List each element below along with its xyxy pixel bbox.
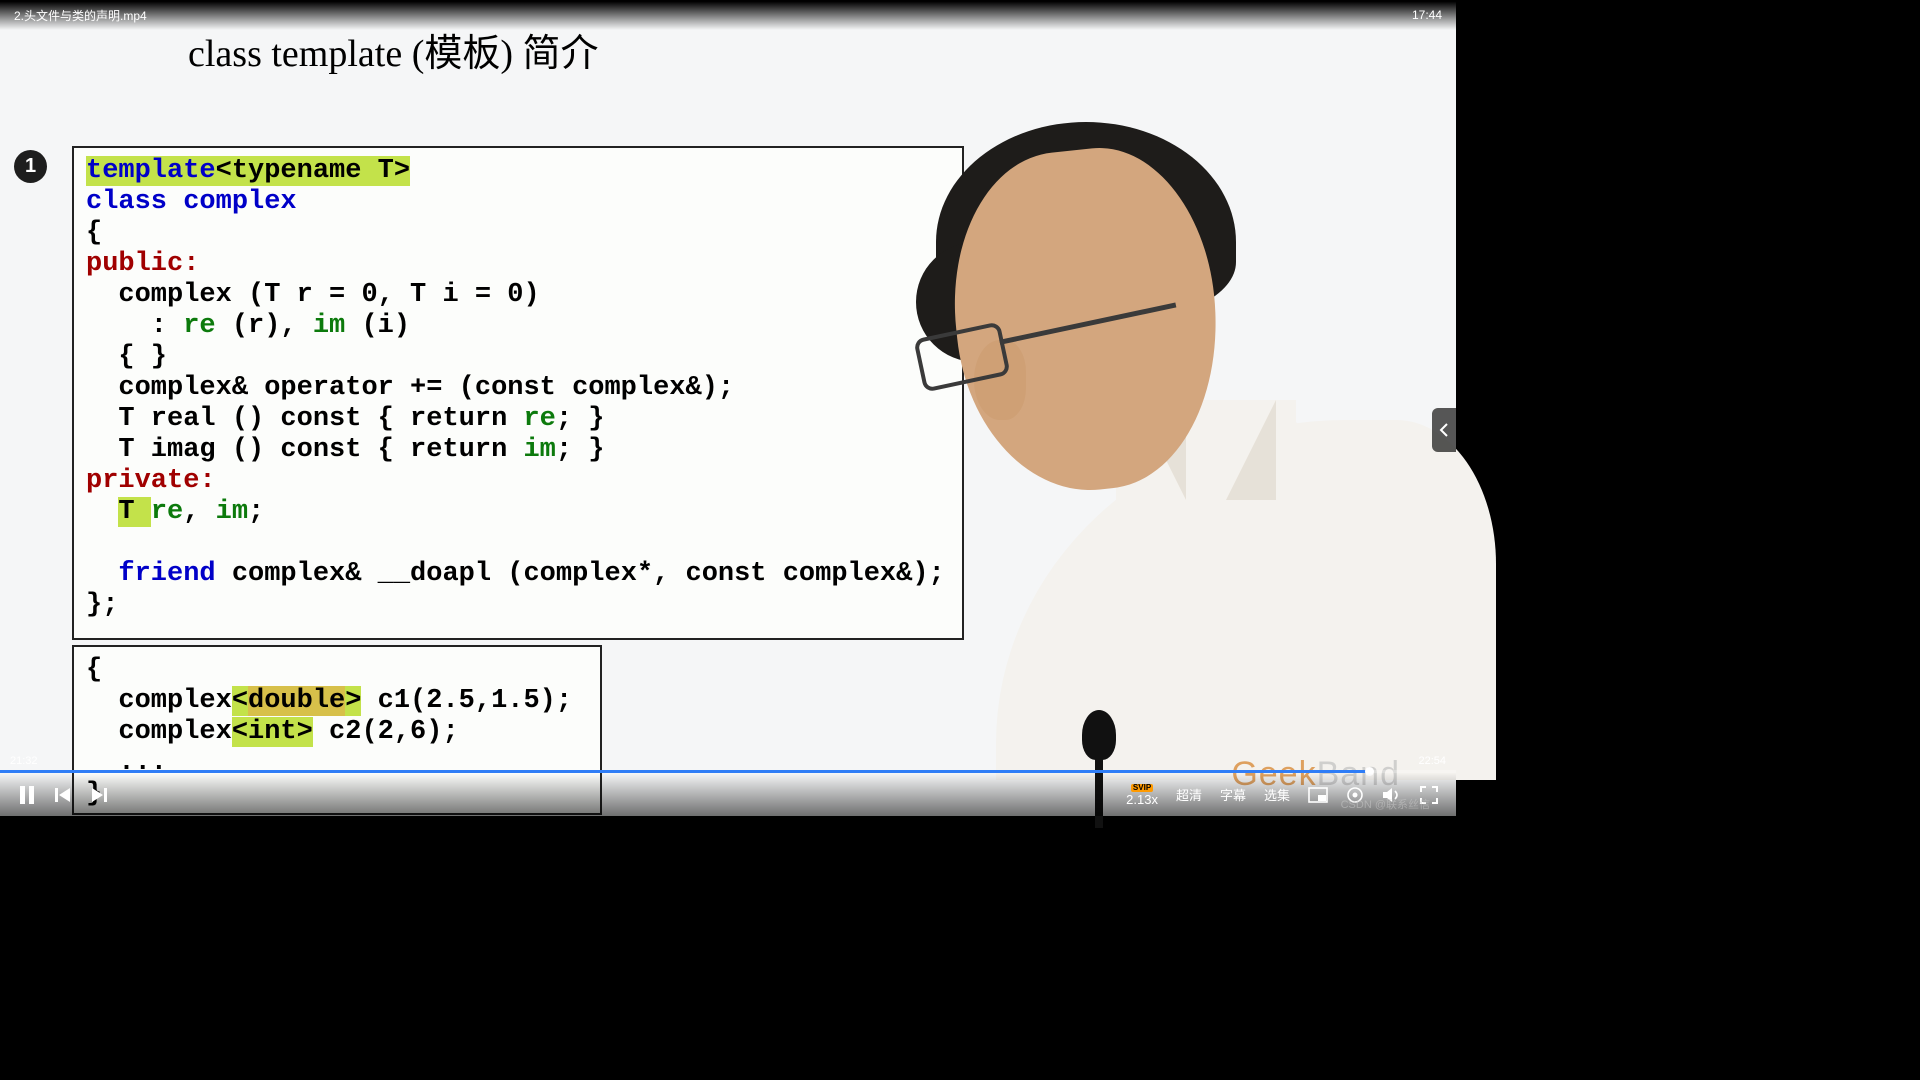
- prev-icon: [54, 787, 72, 803]
- pip-button[interactable]: [1308, 787, 1328, 803]
- speed-badge: SVIP: [1131, 784, 1153, 792]
- elapsed-time: 21:32: [10, 755, 38, 767]
- pip-icon: [1308, 787, 1328, 803]
- slide-title-cn: (模板) 简介: [412, 33, 599, 75]
- lecturer-figure: [936, 70, 1496, 780]
- chevron-left-icon: [1439, 423, 1449, 437]
- playback-speed-menu[interactable]: SVIP 2.13x: [1126, 784, 1158, 806]
- prev-button[interactable]: [54, 787, 72, 803]
- next-button[interactable]: [90, 787, 108, 803]
- pause-button[interactable]: [18, 785, 36, 805]
- slide-title: class template (模板) 简介: [188, 22, 599, 77]
- side-drawer-toggle[interactable]: [1432, 408, 1456, 452]
- next-icon: [90, 787, 108, 803]
- slide-marker: 1: [14, 150, 47, 183]
- quality-menu[interactable]: 超清: [1176, 785, 1202, 804]
- slide-title-en: class template: [188, 33, 412, 75]
- pause-icon: [18, 785, 36, 805]
- video-controls: SVIP 2.13x 超清 字幕 选集: [0, 773, 1456, 816]
- speed-value: 2.13x: [1126, 793, 1158, 806]
- subtitle-menu[interactable]: 字幕: [1220, 785, 1246, 804]
- total-time: 22:54: [1418, 755, 1446, 767]
- episodes-menu[interactable]: 选集: [1264, 785, 1290, 804]
- video-duration: 17:44: [1412, 8, 1442, 22]
- code-block-1: template<typename T> class complex { pub…: [72, 146, 964, 640]
- video-frame: class template (模板) 简介 1 template<typena…: [0, 0, 1456, 816]
- video-top-bar: 2.头文件与类的声明.mp4 17:44: [0, 0, 1456, 30]
- video-filename: 2.头文件与类的声明.mp4: [14, 7, 147, 24]
- csdn-watermark: CSDN @联系丝信: [1341, 796, 1430, 812]
